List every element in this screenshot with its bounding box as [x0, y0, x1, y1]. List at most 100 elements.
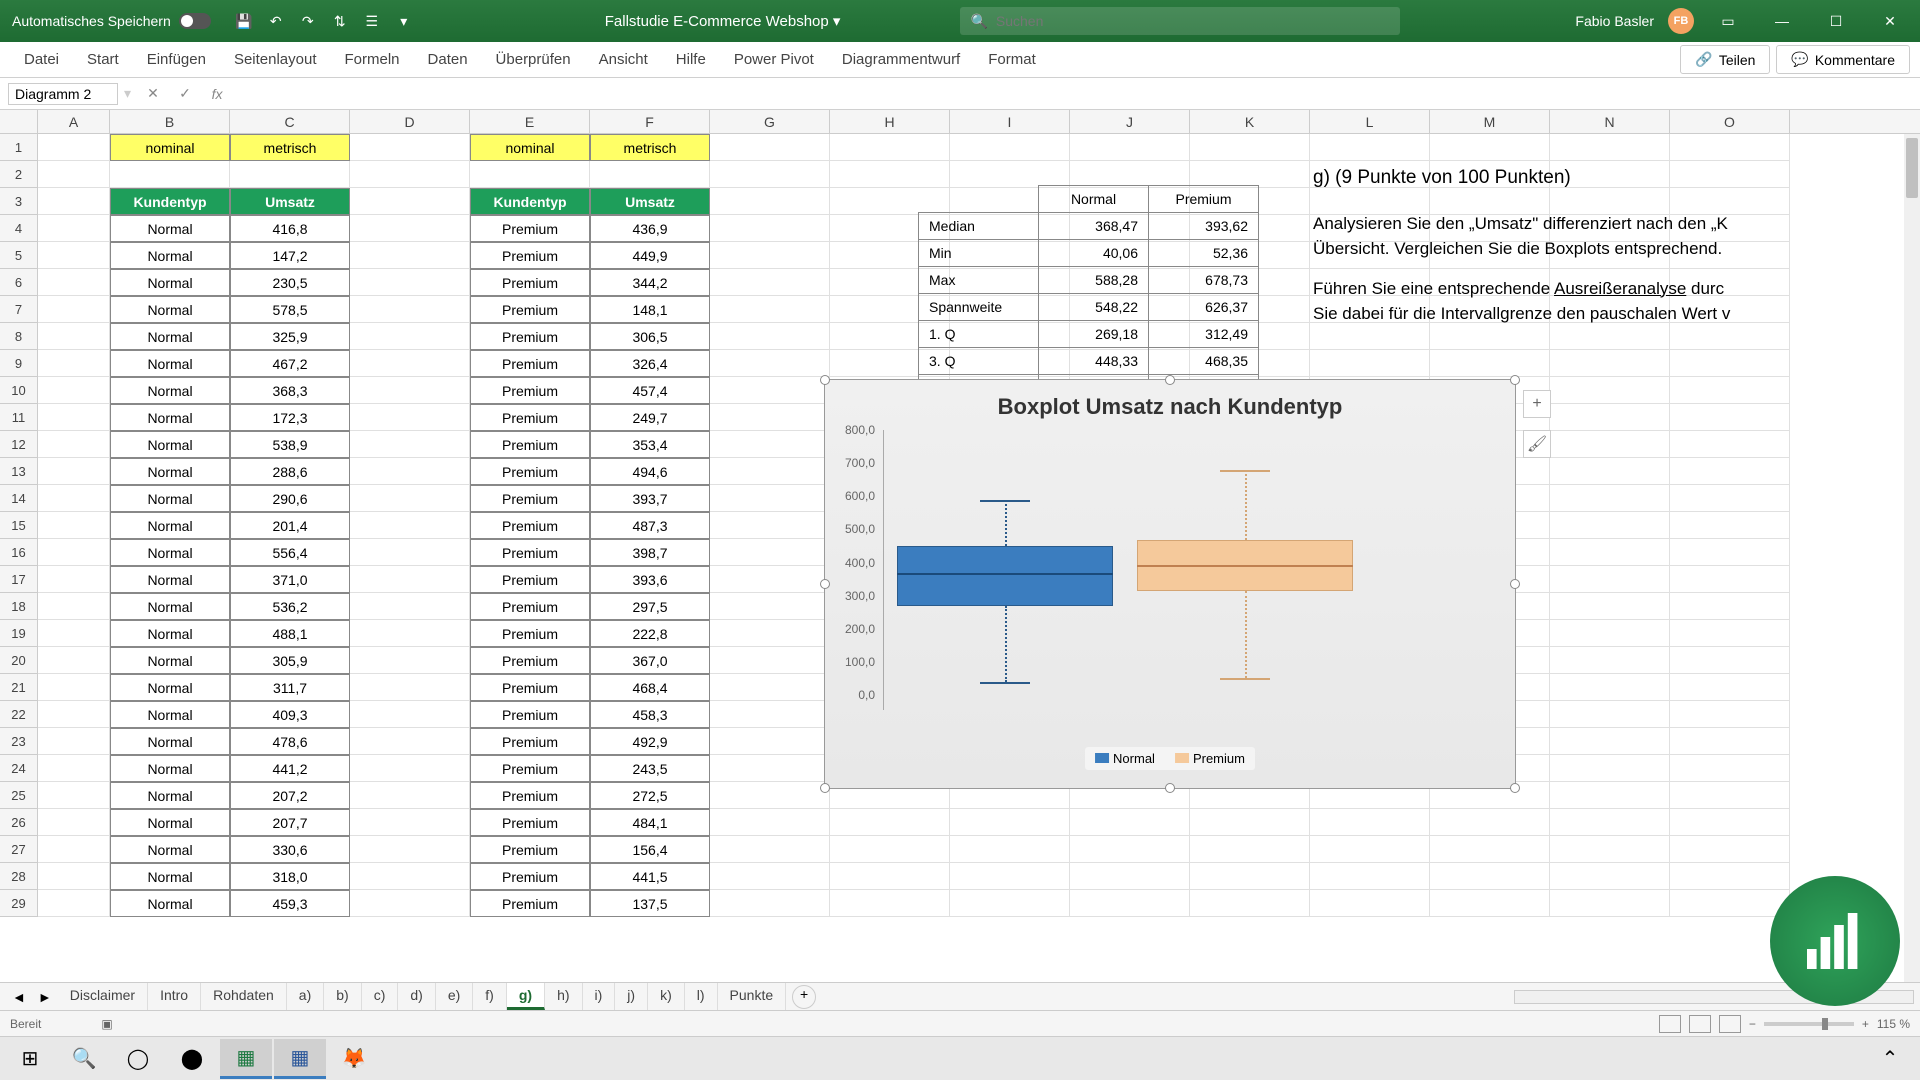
- cell[interactable]: 536,2: [230, 593, 350, 620]
- cell[interactable]: [38, 350, 110, 377]
- cell[interactable]: metrisch: [230, 134, 350, 161]
- cell[interactable]: [38, 296, 110, 323]
- cell[interactable]: [38, 431, 110, 458]
- cell[interactable]: [1670, 809, 1790, 836]
- cell[interactable]: 330,6: [230, 836, 350, 863]
- cell[interactable]: [710, 620, 830, 647]
- cell[interactable]: [350, 134, 470, 161]
- sheet-tab[interactable]: h): [545, 983, 582, 1010]
- cell[interactable]: [950, 161, 1070, 188]
- cell[interactable]: [710, 647, 830, 674]
- cell[interactable]: [1550, 755, 1670, 782]
- cell[interactable]: [350, 863, 470, 890]
- row-header[interactable]: 12: [0, 431, 38, 458]
- cell[interactable]: Premium: [470, 431, 590, 458]
- cell[interactable]: [710, 242, 830, 269]
- cell[interactable]: 393,6: [590, 566, 710, 593]
- cell[interactable]: Premium: [470, 377, 590, 404]
- cell[interactable]: [1550, 890, 1670, 917]
- cell[interactable]: [110, 161, 230, 188]
- cell[interactable]: 468,4: [590, 674, 710, 701]
- cell[interactable]: 409,3: [230, 701, 350, 728]
- sheet-tab[interactable]: j): [615, 983, 648, 1010]
- sheet-tab[interactable]: d): [398, 983, 435, 1010]
- cell[interactable]: [350, 512, 470, 539]
- cell[interactable]: 201,4: [230, 512, 350, 539]
- sheet-tab[interactable]: l): [685, 983, 718, 1010]
- cell[interactable]: Normal: [110, 593, 230, 620]
- cell[interactable]: 306,5: [590, 323, 710, 350]
- cell[interactable]: Normal: [110, 431, 230, 458]
- ribbon-display-icon[interactable]: ▭: [1708, 0, 1748, 42]
- row-header[interactable]: 20: [0, 647, 38, 674]
- cell[interactable]: [710, 863, 830, 890]
- cell[interactable]: [1550, 809, 1670, 836]
- next-sheet-icon[interactable]: ►: [32, 989, 58, 1005]
- cell[interactable]: [350, 215, 470, 242]
- cell[interactable]: Normal: [110, 242, 230, 269]
- cell[interactable]: 222,8: [590, 620, 710, 647]
- ribbon-tab[interactable]: Power Pivot: [720, 43, 828, 76]
- row-header[interactable]: 9: [0, 350, 38, 377]
- cell[interactable]: [710, 836, 830, 863]
- cell[interactable]: [1550, 566, 1670, 593]
- cell[interactable]: [38, 323, 110, 350]
- cell[interactable]: Premium: [470, 512, 590, 539]
- row-header[interactable]: 27: [0, 836, 38, 863]
- cell[interactable]: [38, 863, 110, 890]
- cell[interactable]: Normal: [110, 647, 230, 674]
- cell[interactable]: 230,5: [230, 269, 350, 296]
- cell[interactable]: [38, 647, 110, 674]
- cell[interactable]: 393,7: [590, 485, 710, 512]
- cell[interactable]: Premium: [470, 269, 590, 296]
- cell[interactable]: [1190, 161, 1310, 188]
- column-header[interactable]: N: [1550, 110, 1670, 133]
- cell[interactable]: [1670, 674, 1790, 701]
- row-header[interactable]: 19: [0, 620, 38, 647]
- cell[interactable]: [38, 242, 110, 269]
- cell[interactable]: [1190, 890, 1310, 917]
- cell[interactable]: [350, 404, 470, 431]
- cell[interactable]: [350, 539, 470, 566]
- add-sheet-button[interactable]: +: [792, 985, 816, 1009]
- cell[interactable]: 207,2: [230, 782, 350, 809]
- cell[interactable]: 147,2: [230, 242, 350, 269]
- cell[interactable]: 459,3: [230, 890, 350, 917]
- cell[interactable]: [350, 620, 470, 647]
- excel-icon[interactable]: ▦: [220, 1039, 272, 1079]
- cell[interactable]: 441,2: [230, 755, 350, 782]
- cell[interactable]: [1550, 431, 1670, 458]
- row-header[interactable]: 1: [0, 134, 38, 161]
- row-header[interactable]: 7: [0, 296, 38, 323]
- sheet-tab[interactable]: g): [507, 983, 545, 1010]
- cell[interactable]: [710, 566, 830, 593]
- row-header[interactable]: 17: [0, 566, 38, 593]
- cell[interactable]: [38, 134, 110, 161]
- view-layout-icon[interactable]: [1689, 1015, 1711, 1033]
- cell[interactable]: [710, 431, 830, 458]
- column-header[interactable]: F: [590, 110, 710, 133]
- cell[interactable]: [710, 728, 830, 755]
- cell[interactable]: Normal: [110, 701, 230, 728]
- cell[interactable]: [350, 836, 470, 863]
- cell[interactable]: Premium: [470, 674, 590, 701]
- cell[interactable]: 172,3: [230, 404, 350, 431]
- cell[interactable]: [38, 161, 110, 188]
- ribbon-tab[interactable]: Seitenlayout: [220, 43, 331, 76]
- column-header[interactable]: H: [830, 110, 950, 133]
- ribbon-tab[interactable]: Einfügen: [133, 43, 220, 76]
- zoom-in-icon[interactable]: +: [1862, 1017, 1869, 1031]
- cell[interactable]: [470, 161, 590, 188]
- cell[interactable]: 487,3: [590, 512, 710, 539]
- cell[interactable]: [350, 188, 470, 215]
- zoom-level[interactable]: 115 %: [1877, 1017, 1910, 1031]
- cell[interactable]: Normal: [110, 404, 230, 431]
- cell[interactable]: Premium: [470, 620, 590, 647]
- cell[interactable]: Premium: [470, 485, 590, 512]
- cell[interactable]: [350, 377, 470, 404]
- cell[interactable]: 148,1: [590, 296, 710, 323]
- cell[interactable]: [1190, 809, 1310, 836]
- cell[interactable]: 371,0: [230, 566, 350, 593]
- cell[interactable]: [1670, 377, 1790, 404]
- cell[interactable]: Premium: [470, 782, 590, 809]
